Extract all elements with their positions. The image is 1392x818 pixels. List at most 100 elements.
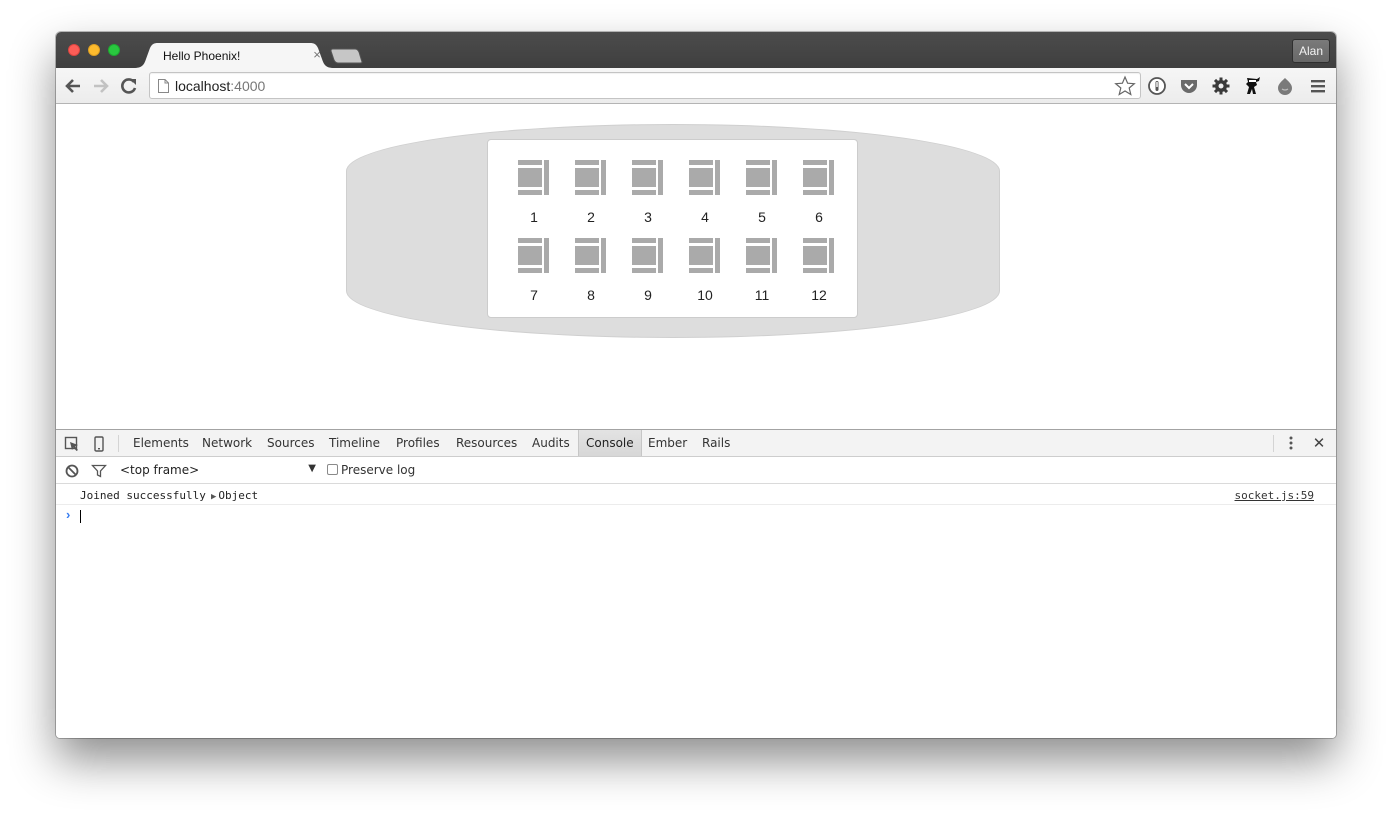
arrow-left-icon <box>65 79 80 93</box>
seat[interactable]: 4 <box>685 160 725 228</box>
devtools-tab-network[interactable]: Network <box>195 430 259 456</box>
browser-window: Hello Phoenix! × Alan localhost:4000 1 2… <box>56 32 1336 738</box>
zoom-window-button[interactable] <box>108 44 120 56</box>
dropdown-arrow-icon: ▼ <box>308 463 316 474</box>
seat-number: 4 <box>701 209 709 225</box>
bookmark-star-icon[interactable] <box>1114 75 1136 97</box>
seat[interactable]: 6 <box>799 160 839 228</box>
seat-number: 11 <box>754 287 770 303</box>
menu-icon[interactable] <box>1308 76 1328 96</box>
seat[interactable]: 3 <box>628 160 668 228</box>
tab-close-icon[interactable]: × <box>310 47 324 62</box>
seat-number: 9 <box>644 287 652 303</box>
frame-selector-value: <top frame> <box>120 463 200 477</box>
seat-icon <box>632 160 663 195</box>
devtools-tabbar: Elements Network Sources Timeline Profiles Re… <box>56 430 1336 457</box>
console-message-text: Joined successfully <box>80 489 206 502</box>
close-devtools-icon[interactable]: ✕ <box>1312 434 1326 452</box>
close-window-button[interactable] <box>68 44 80 56</box>
reload-icon <box>121 78 137 94</box>
seat-number: 7 <box>530 287 538 303</box>
toolbar-divider <box>1273 435 1274 452</box>
browser-toolbar: localhost:4000 <box>56 68 1336 104</box>
devtools-tab-console[interactable]: Console <box>578 430 642 456</box>
seat-number: 5 <box>758 209 766 225</box>
tab-strip: Hello Phoenix! × Alan <box>56 32 1336 68</box>
seat-icon <box>803 160 834 195</box>
seat[interactable]: 8 <box>571 238 611 306</box>
console-source-link[interactable]: socket.js:59 <box>1235 489 1314 502</box>
seat-icon <box>632 238 663 273</box>
back-button[interactable] <box>63 76 83 96</box>
more-options-icon[interactable] <box>1284 434 1298 452</box>
seat[interactable]: 12 <box>799 238 839 306</box>
page-icon <box>158 79 169 93</box>
arrow-right-icon <box>94 79 109 93</box>
devtools-tab-sources[interactable]: Sources <box>260 430 321 456</box>
seat[interactable]: 10 <box>685 238 725 306</box>
devtools-tab-resources[interactable]: Resources <box>449 430 524 456</box>
seat-number: 2 <box>587 209 595 225</box>
pocket-icon[interactable] <box>1179 76 1199 96</box>
tab-title: Hello Phoenix! <box>163 49 241 63</box>
toolbar-divider <box>118 435 119 452</box>
url-text: localhost:4000 <box>175 78 265 94</box>
console-object-expander[interactable]: ▶ Object <box>211 489 258 502</box>
console-message: Joined successfully ▶ Object socket.js:59 <box>56 484 1336 505</box>
seat[interactable]: 7 <box>514 238 554 306</box>
seat-map: 1 2 3 4 5 6 7 8 9 10 11 12 <box>487 139 858 318</box>
seat-icon <box>746 160 777 195</box>
1password-icon[interactable] <box>1147 76 1167 96</box>
seat-icon <box>803 238 834 273</box>
seat-icon <box>575 238 606 273</box>
seat-grid: 1 2 3 4 5 6 7 8 9 10 11 12 <box>488 140 857 317</box>
reload-button[interactable] <box>119 76 139 96</box>
settings-gear-icon[interactable] <box>1211 76 1231 96</box>
devtools-tab-rails[interactable]: Rails <box>695 430 737 456</box>
devtools-tab-ember[interactable]: Ember <box>641 430 694 456</box>
profile-button[interactable]: Alan <box>1292 39 1330 63</box>
clear-console-icon[interactable] <box>64 463 80 479</box>
console-toolbar: <top frame> ▼ Preserve log <box>56 457 1336 484</box>
forward-button[interactable] <box>91 76 111 96</box>
devtools-tab-elements[interactable]: Elements <box>126 430 196 456</box>
frame-selector[interactable]: <top frame> ▼ <box>120 463 316 479</box>
seat-number: 1 <box>530 209 538 225</box>
seat-number: 12 <box>811 287 827 303</box>
preserve-log-label: Preserve log <box>341 463 416 477</box>
devtools-tab-audits[interactable]: Audits <box>525 430 577 456</box>
console-prompt[interactable]: › <box>56 506 1336 526</box>
new-tab-button[interactable] <box>330 48 366 64</box>
filter-icon[interactable] <box>91 463 107 479</box>
minimize-window-button[interactable] <box>88 44 100 56</box>
url-host: localhost <box>175 78 231 94</box>
seat[interactable]: 11 <box>742 238 782 306</box>
browser-tab-active[interactable]: Hello Phoenix! × <box>134 43 334 68</box>
seat-number: 3 <box>644 209 652 225</box>
seat-number: 10 <box>697 287 713 303</box>
checkbox-box[interactable] <box>327 464 338 475</box>
device-mode-icon[interactable] <box>91 436 107 452</box>
seat-icon <box>689 160 720 195</box>
text-cursor <box>80 510 81 523</box>
devtools-panel: Elements Network Sources Timeline Profiles Re… <box>56 429 1336 738</box>
console-object-label: Object <box>218 489 259 502</box>
preserve-log-checkbox[interactable]: Preserve log <box>327 463 415 479</box>
address-bar[interactable]: localhost:4000 <box>149 72 1141 99</box>
devtools-tab-timeline[interactable]: Timeline <box>322 430 387 456</box>
seat[interactable]: 1 <box>514 160 554 228</box>
inspect-element-icon[interactable] <box>64 436 80 452</box>
seat[interactable]: 2 <box>571 160 611 228</box>
seat-icon <box>746 238 777 273</box>
seat-number: 8 <box>587 287 595 303</box>
seat-icon <box>518 238 549 273</box>
ninja-extension-icon[interactable] <box>1243 76 1263 96</box>
blob-extension-icon[interactable] <box>1275 76 1295 96</box>
seat-icon <box>518 160 549 195</box>
seat[interactable]: 9 <box>628 238 668 306</box>
prompt-chevron-icon: › <box>66 507 71 522</box>
url-port: :4000 <box>230 78 266 94</box>
seat-icon <box>575 160 606 195</box>
seat[interactable]: 5 <box>742 160 782 228</box>
devtools-tab-profiles[interactable]: Profiles <box>389 430 447 456</box>
